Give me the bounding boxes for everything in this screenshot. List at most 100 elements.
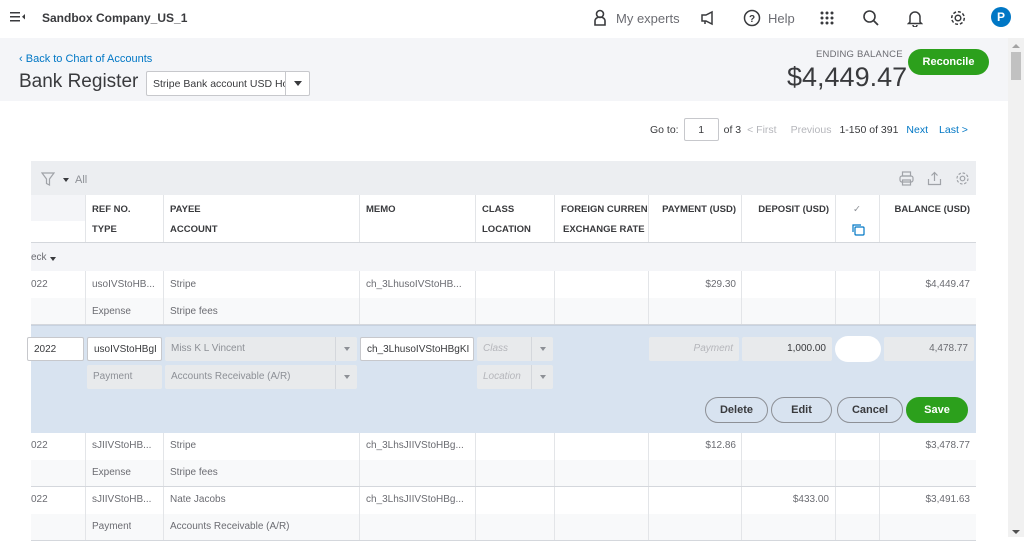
col-location[interactable]: LOCATION [482, 224, 531, 235]
filter-value[interactable]: All [75, 174, 87, 186]
row-ref: sJIIVStoHB... [92, 494, 152, 505]
chevron-down-icon[interactable] [531, 365, 553, 389]
table-settings-gear-icon[interactable] [955, 171, 970, 186]
col-balance[interactable]: BALANCE (USD) [882, 204, 970, 215]
help-icon: ? [742, 8, 762, 28]
table-row[interactable]: 022 sJIIVStoHB... Payment Nate Jacobs Ac… [31, 487, 976, 541]
filter-caret-icon[interactable] [63, 178, 69, 182]
last-page-link[interactable]: Last > [939, 124, 968, 136]
experts-icon [590, 8, 610, 28]
col-class[interactable]: CLASS [482, 204, 514, 215]
collapse-menu-icon[interactable] [10, 10, 26, 24]
previous-page-link: Previous [790, 123, 832, 136]
col-ref-no[interactable]: REF NO. [92, 204, 131, 215]
table-row[interactable]: 022 usoIVStoHB... Expense Stripe Stripe … [31, 271, 976, 325]
help-button[interactable]: ? Help [742, 8, 795, 28]
group-header-row[interactable]: eck [31, 243, 976, 271]
scroll-thumb[interactable] [1011, 52, 1021, 80]
account-select-value: Stripe Bank account USD Ho [153, 78, 285, 90]
row-payment: $29.30 [705, 279, 736, 290]
settings-gear-icon[interactable] [948, 8, 968, 28]
col-account[interactable]: ACCOUNT [170, 224, 218, 235]
vertical-scrollbar[interactable] [1008, 38, 1024, 537]
search-icon[interactable] [861, 8, 881, 28]
group-label: eck [31, 252, 47, 263]
col-deposit[interactable]: DEPOSIT (USD) [744, 204, 829, 215]
account-select[interactable]: Accounts Receivable (A/R) [165, 365, 357, 389]
class-select[interactable]: Class [477, 337, 553, 361]
row-date: 022 [31, 279, 48, 290]
account-select[interactable]: Stripe Bank account USD Ho [146, 71, 310, 96]
deposit-input[interactable]: 1,000.00 [742, 337, 832, 361]
col-payment[interactable]: PAYMENT (USD) [651, 204, 736, 215]
chevron-down-icon[interactable] [335, 337, 357, 361]
row-memo: ch_3LhsJIIVStoHBg... [366, 494, 464, 505]
print-icon[interactable] [899, 171, 914, 186]
ending-balance-label: ENDING BALANCE [816, 49, 903, 60]
user-avatar[interactable]: P [991, 7, 1011, 27]
page-header: ‹ Back to Chart of Accounts Bank Registe… [0, 38, 1008, 101]
apps-grid-icon[interactable] [817, 8, 837, 28]
type-field: Payment [87, 365, 162, 389]
goto-page-input[interactable]: 1 [683, 118, 719, 141]
col-exchange-rate[interactable]: EXCHANGE RATE [563, 224, 645, 235]
col-cleared-check[interactable]: ✓ [835, 204, 879, 215]
col-payee[interactable]: PAYEE [170, 204, 201, 215]
payment-input[interactable]: Payment [649, 337, 739, 361]
payee-value: Miss K L Vincent [171, 343, 245, 354]
row-ref: usoIVStoHB... [92, 279, 155, 290]
date-input[interactable]: 2022 [27, 337, 84, 361]
my-experts-button[interactable]: My experts [590, 8, 680, 28]
row-date: 022 [31, 494, 48, 505]
ref-no-input[interactable]: usoIVStoHBgI [87, 337, 162, 361]
cleared-status-toggle[interactable] [835, 336, 881, 362]
scroll-down-arrow-icon[interactable] [1012, 530, 1020, 534]
row-account: Stripe fees [170, 467, 218, 478]
col-type[interactable]: TYPE [92, 224, 117, 235]
row-balance: $3,478.77 [925, 440, 971, 451]
chevron-down-icon[interactable] [531, 337, 553, 361]
filter-icon[interactable] [41, 172, 55, 186]
col-foreign-currency[interactable]: FOREIGN CURRENCY [561, 204, 647, 215]
notifications-bell-icon[interactable] [905, 8, 925, 28]
reconcile-button[interactable]: Reconcile [908, 49, 989, 75]
payee-select[interactable]: Miss K L Vincent [165, 337, 357, 361]
chevron-left-icon: ‹ [19, 53, 26, 65]
back-to-chart-of-accounts-link[interactable]: ‹ Back to Chart of Accounts [19, 53, 152, 65]
row-date: 022 [31, 440, 48, 451]
ending-balance-value: $4,449.47 [787, 62, 908, 92]
edit-button[interactable]: Edit [771, 397, 832, 423]
chevron-down-icon[interactable] [285, 72, 309, 95]
delete-button[interactable]: Delete [705, 397, 768, 423]
chevron-down-icon[interactable] [335, 365, 357, 389]
table-toolbar: All [31, 161, 976, 195]
table-row[interactable]: 022 sJIIVStoHB... Expense Stripe Stripe … [31, 433, 976, 487]
group-caret-icon[interactable] [50, 257, 56, 261]
export-icon[interactable] [927, 171, 942, 186]
next-page-link[interactable]: Next [906, 124, 928, 136]
page-title: Bank Register [19, 71, 139, 92]
top-nav: Sandbox Company_US_1 My experts ? Help P [0, 0, 1024, 38]
row-type: Payment [92, 521, 132, 532]
register-table: All REF NO. TYPE PAYEE ACCOUNT MEMO CLAS… [27, 161, 976, 541]
row-range: 1-150 of 391 [839, 123, 899, 136]
copy-icon[interactable] [852, 224, 865, 236]
row-balance: $4,449.47 [925, 279, 971, 290]
save-button[interactable]: Save [906, 397, 968, 423]
col-memo[interactable]: MEMO [366, 204, 396, 215]
goto-label: Go to: [650, 123, 679, 136]
row-deposit: $433.00 [792, 494, 829, 505]
cancel-button[interactable]: Cancel [837, 397, 903, 423]
my-experts-label: My experts [616, 10, 680, 26]
location-select[interactable]: Location [477, 365, 553, 389]
row-payee: Stripe [170, 279, 197, 290]
row-payee: Nate Jacobs [170, 494, 226, 505]
row-balance: $3,491.63 [925, 494, 971, 505]
scroll-up-arrow-icon[interactable] [1012, 44, 1020, 48]
account-value: Accounts Receivable (A/R) [171, 371, 291, 382]
location-placeholder: Location [483, 371, 521, 382]
balance-field: 4,478.77 [884, 337, 974, 361]
class-placeholder: Class [483, 343, 509, 354]
memo-input[interactable]: ch_3LhusoIVStoHBgKI [360, 337, 474, 361]
megaphone-icon[interactable] [698, 8, 718, 28]
